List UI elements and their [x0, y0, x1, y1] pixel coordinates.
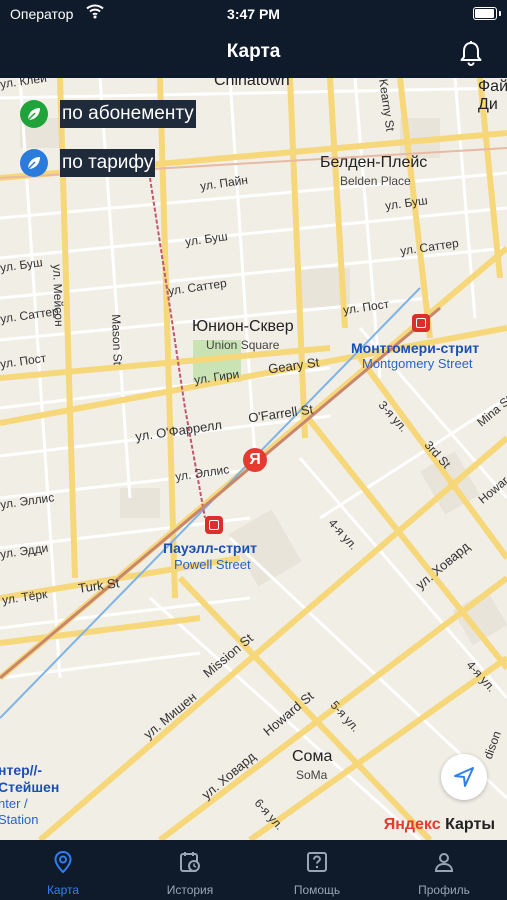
- map-pin-icon: [54, 850, 72, 874]
- battery-nub: [499, 11, 501, 16]
- tab-label: Помощь: [293, 883, 341, 897]
- tab-label: История: [166, 883, 214, 897]
- district-label-soma-en: SoMa: [296, 768, 328, 782]
- district-label-union-square: Юнион-Сквер: [192, 318, 294, 335]
- tab-help[interactable]: Помощь: [254, 840, 380, 900]
- legend-label: по абонементу: [60, 100, 196, 128]
- station-label-transbay: нтер//- Стейшен: [0, 762, 60, 795]
- district-label-corner: Фай Ди: [478, 78, 507, 113]
- tab-profile[interactable]: Профиль: [381, 840, 507, 900]
- bell-icon[interactable]: [459, 40, 483, 71]
- street-label-mason: ул. Мейсон: [50, 264, 67, 327]
- tab-label: Профиль: [418, 883, 470, 897]
- profile-icon: [434, 853, 454, 872]
- locate-me-button[interactable]: [441, 754, 487, 800]
- tab-bar: Карта История Помощь Профиль: [0, 840, 507, 900]
- page-title: Карта: [226, 41, 281, 62]
- nav-bar: Карта: [0, 28, 507, 78]
- help-icon: [307, 852, 327, 872]
- map-view[interactable]: Chinatown Белден-Плейс Belden Place Юнио…: [0, 78, 507, 840]
- district-label-chinatown: Chinatown: [214, 78, 290, 89]
- district-label-belden: Белден-Плейс: [320, 154, 428, 171]
- yandex-poi-icon[interactable]: Я: [243, 448, 267, 472]
- tab-label: Карта: [46, 883, 80, 897]
- navigation-arrow-icon: [454, 767, 474, 787]
- history-icon: [180, 852, 200, 872]
- metro-icon-powell[interactable]: [205, 516, 223, 534]
- tab-history[interactable]: История: [127, 840, 253, 900]
- station-label-powell: Пауэлл-стрит: [163, 540, 257, 556]
- tab-map[interactable]: Карта: [0, 840, 126, 900]
- leaf-icon: [20, 100, 48, 128]
- leaf-icon: [20, 149, 48, 177]
- station-label-montgomery: Монтгомери-стрит: [351, 340, 480, 356]
- yandex-maps-logo[interactable]: Яндекс Карты: [384, 816, 495, 834]
- station-label-transbay-en: nter / Station: [0, 796, 39, 827]
- street-label-mason-en: Mason St: [109, 314, 125, 366]
- metro-icon-montgomery[interactable]: [412, 314, 430, 332]
- status-bar: Оператор 3:47 PM: [0, 0, 507, 28]
- station-label-montgomery-en: Montgomery Street: [362, 356, 473, 371]
- clock: 3:47 PM: [227, 6, 280, 22]
- battery-icon: [473, 7, 497, 20]
- legend-label: по тарифу: [60, 149, 156, 177]
- district-label-belden-en: Belden Place: [340, 174, 411, 188]
- district-label-union-square-en: Union Square: [206, 338, 280, 352]
- district-label-soma: Сома: [292, 748, 333, 765]
- station-label-powell-en: Powell Street: [174, 557, 251, 572]
